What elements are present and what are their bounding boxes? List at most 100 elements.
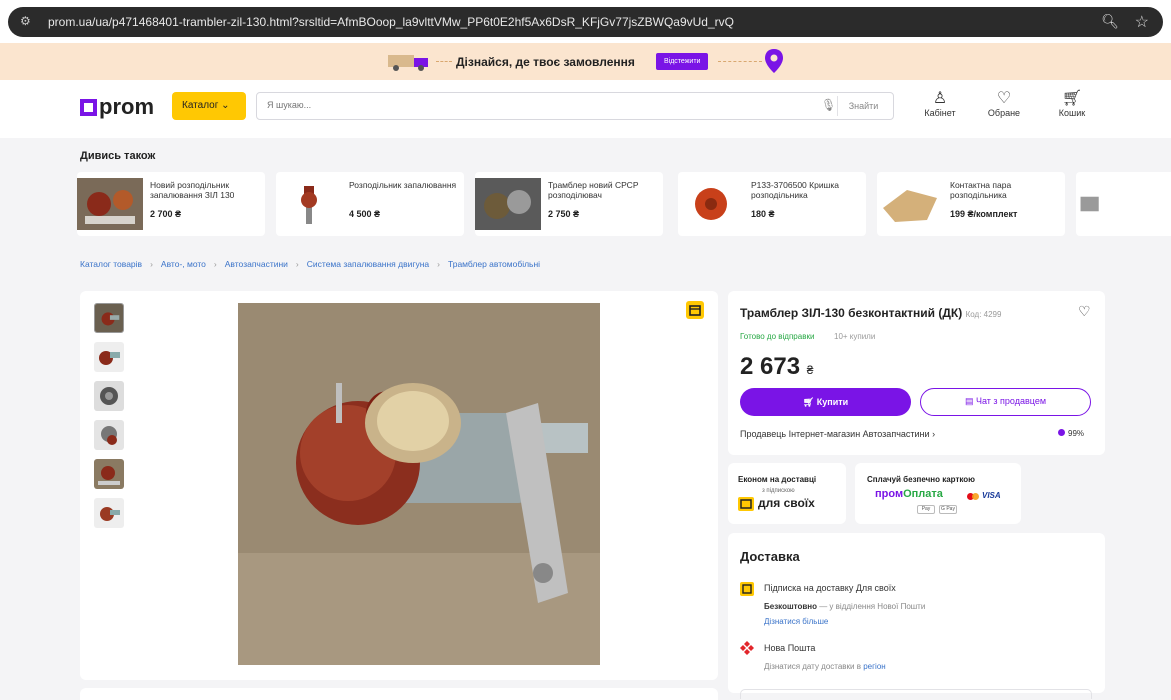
delivery-subscription-promo[interactable]: Економ на доставці з підпискою для своїх	[728, 463, 846, 524]
prom-logo[interactable]: prom	[80, 94, 154, 120]
next-section-edge	[740, 689, 1092, 699]
recommendation-price: 199 ₴/комплект	[950, 209, 1018, 219]
product-main-image[interactable]	[238, 303, 600, 665]
product-gallery	[80, 291, 718, 680]
catalog-button[interactable]: Каталог ⌄	[172, 92, 246, 120]
recommendation-card[interactable]: Р133-3706500 Кришка розподільника 180 ₴	[678, 172, 866, 236]
rating-value: 99%	[1068, 429, 1085, 438]
see-also-title: Дивись також	[80, 150, 156, 162]
zoom-icon[interactable]: 🔍︎	[1101, 13, 1119, 30]
product-title-text: Трамблер ЗІЛ-130 безконтактний (ДК)	[740, 306, 963, 320]
cart-label: Кошик	[1058, 108, 1086, 118]
chevron-right-icon: ›	[437, 259, 440, 269]
seller-rating: 99%	[1058, 429, 1084, 438]
recommendation-title: Контактна пара розподільника	[950, 180, 1012, 200]
product-price: 2 673 ₴	[740, 353, 813, 381]
search-button[interactable]: Знайти	[837, 96, 889, 116]
nova-poshta-label: Нова Пошта	[764, 643, 816, 653]
product-thumbnail	[475, 178, 541, 230]
delivery-subscription-label: Підписка на доставку Для своїх	[764, 583, 896, 593]
delivery-section: Доставка Підписка на доставку Для своїх …	[728, 533, 1105, 693]
availability-status: Готово до відправки	[740, 332, 815, 341]
banner-dashes-left	[436, 61, 452, 62]
brand-part: Оплата	[903, 488, 943, 500]
visa-logo: VISA	[982, 491, 1001, 500]
product-thumbnail	[276, 178, 342, 230]
chat-with-seller-button[interactable]: ▤ Чат з продавцем	[920, 388, 1091, 416]
learn-more-link[interactable]: Дізнатися більше	[764, 617, 828, 626]
chevron-right-icon: ›	[932, 429, 936, 439]
breadcrumb-link[interactable]: Система запалювання двигуна	[307, 259, 429, 269]
recommendation-price: 2 700 ₴	[150, 209, 182, 219]
breadcrumb-link[interactable]: Трамблер автомобільні	[448, 259, 540, 269]
favorites-link[interactable]: ♡ Обране	[974, 90, 1034, 118]
gallery-thumbnail[interactable]	[94, 420, 124, 450]
buy-button[interactable]: 🛒︎ Купити	[740, 388, 911, 416]
cabinet-link[interactable]: ♙ Кабінет	[910, 90, 970, 118]
truck-icon	[388, 55, 428, 71]
banner-text: Дізнайся, де твоє замовлення	[456, 55, 635, 69]
add-to-favorites-heart-icon[interactable]: ♡	[1078, 303, 1091, 320]
gallery-thumbnail[interactable]	[94, 498, 124, 528]
url-text[interactable]: prom.ua/ua/p471468401-trambler-zil-130.h…	[48, 15, 734, 29]
recommendation-price: 180 ₴	[751, 209, 775, 219]
product-thumbnail	[77, 178, 143, 230]
site-settings-icon[interactable]: ⚙	[20, 14, 36, 30]
np-sub-text: Дізнатися дату доставки в	[764, 662, 861, 671]
logo-square-icon	[80, 99, 97, 116]
free-delivery-info: Безкоштовно — у відділення Нової Пошти	[764, 602, 925, 611]
brand-part: пром	[875, 488, 904, 500]
address-bar[interactable]: ⚙ prom.ua/ua/p471468401-trambler-zil-130…	[8, 7, 1163, 37]
product-thumbnail	[877, 178, 943, 230]
chevron-right-icon: ›	[213, 259, 217, 269]
search-box: 🎙︎ Знайти	[256, 92, 894, 120]
chat-icon: ▤	[964, 396, 974, 406]
recommendation-card[interactable]: Розподільник запалювання 4 500 ₴	[276, 172, 464, 236]
gallery-thumbnail[interactable]	[94, 381, 124, 411]
subscription-box-icon	[738, 497, 754, 511]
cabinet-label: Кабінет	[924, 108, 956, 118]
chevron-down-icon: ⌄	[221, 100, 230, 111]
mastercard-icon	[967, 493, 979, 500]
browser-toolbar: ⚙ prom.ua/ua/p471468401-trambler-zil-130…	[0, 0, 1171, 43]
product-code: Код: 4299	[965, 310, 1002, 319]
product-card: Трамблер ЗІЛ-130 безконтактний (ДК) Код:…	[728, 291, 1105, 455]
recommendation-title: Розподільник запалювання	[349, 180, 457, 190]
user-icon: ♙	[932, 90, 948, 107]
region-link[interactable]: регіон	[863, 662, 885, 671]
product-thumbnail	[678, 178, 744, 230]
breadcrumb-link[interactable]: Каталог товарів	[80, 259, 142, 269]
price-value: 2 673	[740, 353, 801, 380]
gallery-thumbnail[interactable]	[94, 459, 124, 489]
breadcrumb-link[interactable]: Авто-, мото	[161, 259, 206, 269]
chevron-right-icon: ›	[150, 259, 153, 269]
breadcrumb-link[interactable]: Автозапчастини	[225, 259, 288, 269]
recommendation-price: 2 750 ₴	[548, 209, 580, 219]
seller-link[interactable]: Продавець Інтернет-магазин Автозапчастин…	[740, 429, 935, 439]
recommendation-title: Новий розподільник запалювання ЗІЛ 130	[150, 180, 235, 200]
promo-title: Сплачуй безпечно карткою	[867, 475, 975, 484]
location-pin-icon	[765, 49, 783, 73]
nova-poshta-icon	[740, 641, 754, 655]
track-button[interactable]: Відстежити	[656, 53, 709, 70]
recommendation-card[interactable]: Трамблер новий СРСР розподілювач 2 750 ₴	[475, 172, 663, 236]
recommendation-card[interactable]: Новий розподільник запалювання ЗІЛ 130 2…	[77, 172, 265, 236]
recommendation-card[interactable]: Контактна пара розподільника 199 ₴/компл…	[877, 172, 1065, 236]
bookmark-star-icon[interactable]: ☆	[1135, 12, 1149, 32]
promo-brand-text: для своїх	[758, 496, 815, 510]
microphone-icon[interactable]: 🎙︎	[821, 98, 836, 112]
purchase-count: 10+ купили	[834, 332, 876, 341]
prom-payment-promo[interactable]: Сплачуй безпечно карткою промОплата VISA…	[855, 463, 1021, 524]
catalog-label: Каталог	[182, 100, 219, 111]
apple-pay-badge: Pay	[917, 505, 935, 514]
recommendation-card-partial[interactable]	[1076, 172, 1171, 236]
banner-dashes-right	[718, 61, 762, 62]
recommendation-title: Трамблер новий СРСР розподілювач	[548, 180, 639, 200]
chevron-right-icon: ›	[295, 259, 299, 269]
google-pay-badge: G Pay	[939, 505, 957, 514]
heart-icon: ♡	[996, 90, 1012, 107]
cart-link[interactable]: 🛒︎ Кошик	[1042, 90, 1102, 118]
gallery-thumbnail[interactable]	[94, 303, 124, 333]
gallery-thumbnail[interactable]	[94, 342, 124, 372]
search-input[interactable]	[267, 100, 807, 110]
